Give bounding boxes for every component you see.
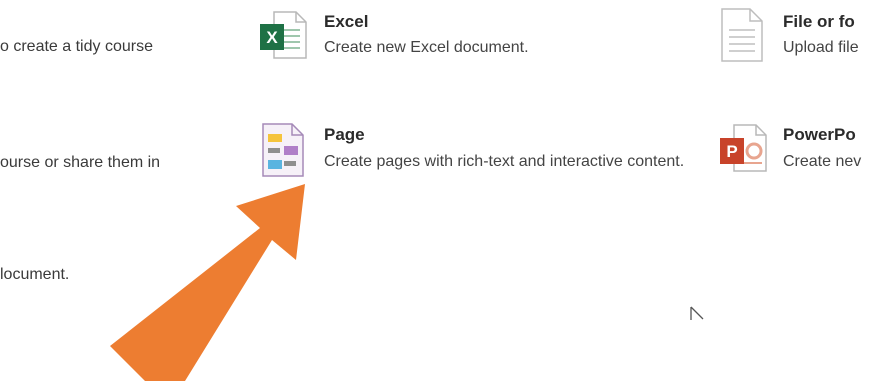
screenshot-stage: o create a tidy course ourse or share th… bbox=[0, 0, 887, 381]
mouse-cursor-icon bbox=[690, 306, 704, 320]
orange-arrow-icon bbox=[110, 184, 305, 381]
